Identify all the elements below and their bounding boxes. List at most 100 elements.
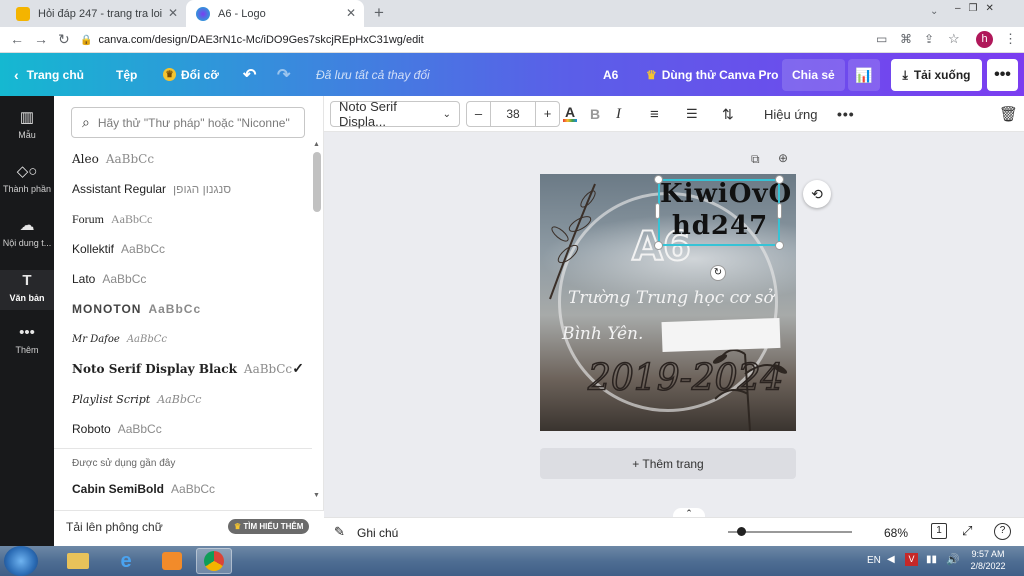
resize-handle[interactable] bbox=[655, 203, 660, 219]
font-item-roboto[interactable]: Roboto AaBbCc bbox=[72, 414, 162, 444]
font-item-mr-dafoe[interactable]: Mr Dafoe AaBbCc bbox=[72, 324, 167, 354]
share-page-icon[interactable]: ⇪ bbox=[924, 32, 934, 46]
scroll-up-icon[interactable]: ▲ bbox=[313, 141, 320, 148]
profile-avatar[interactable]: h bbox=[976, 31, 993, 48]
file-menu-button[interactable]: Tệp bbox=[116, 53, 137, 96]
clock-date[interactable]: 2/8/2022 bbox=[968, 561, 1008, 571]
rail-templates[interactable]: ▥ Mẫu bbox=[0, 108, 54, 140]
close-tab-icon[interactable]: ✕ bbox=[346, 6, 356, 20]
italic-icon[interactable]: I bbox=[616, 96, 621, 132]
add-page-icon[interactable]: ⊕ bbox=[778, 151, 788, 165]
close-tab-icon[interactable]: ✕ bbox=[168, 6, 178, 20]
redo-icon[interactable]: ↷ bbox=[277, 53, 290, 96]
panel-scrollbar[interactable] bbox=[313, 152, 321, 212]
font-family-dropdown[interactable]: Noto Serif Displa... ⌄ bbox=[330, 99, 460, 129]
tab-hoidap[interactable]: Hỏi đáp 247 - trang tra loi ✕ bbox=[6, 0, 186, 27]
duplicate-page-icon[interactable]: ⧉ bbox=[751, 152, 760, 167]
fullscreen-icon[interactable]: ⤢ bbox=[962, 523, 972, 539]
more-toolbar-icon[interactable]: ••• bbox=[837, 96, 855, 132]
download-button[interactable]: ⤓ Tải xuống bbox=[891, 59, 982, 91]
font-item-playlist-script[interactable]: Playlist Script AaBbCc bbox=[72, 384, 201, 414]
learn-more-badge[interactable]: ♛ TÌM HIỂU THÊM bbox=[228, 519, 310, 534]
tray-arrow-icon[interactable]: ◀ bbox=[887, 554, 895, 565]
antivirus-icon[interactable]: V bbox=[905, 553, 918, 566]
font-item-lato[interactable]: Lato AaBbCc bbox=[72, 264, 146, 294]
new-tab-button[interactable]: + bbox=[374, 3, 384, 23]
notes-icon[interactable]: ✎ bbox=[334, 524, 345, 540]
spacing-icon[interactable]: ⇅ bbox=[722, 96, 734, 132]
more-options-icon[interactable]: ••• bbox=[987, 59, 1018, 91]
design-years[interactable]: 2019-2024 bbox=[587, 357, 784, 400]
file-explorer-icon[interactable] bbox=[60, 548, 96, 574]
resize-handle[interactable] bbox=[775, 241, 784, 250]
tab-canva[interactable]: A6 - Logo ✕ bbox=[186, 0, 364, 27]
font-sample: AaBbCc bbox=[148, 302, 202, 316]
text-icon: T bbox=[22, 272, 32, 289]
zoom-level[interactable]: 68% bbox=[884, 526, 908, 540]
tab-search-icon[interactable]: ⌄ bbox=[930, 6, 938, 17]
font-item-cabin-semibold[interactable]: Cabin SemiBold AaBbCc bbox=[72, 474, 215, 504]
volume-icon[interactable]: 🔊 bbox=[946, 553, 960, 566]
internet-explorer-icon[interactable]: e bbox=[108, 548, 144, 574]
font-size-decrease-button[interactable]: – bbox=[467, 102, 491, 126]
text-color-button[interactable]: A bbox=[562, 96, 578, 132]
forward-icon[interactable]: → bbox=[34, 31, 48, 47]
rail-text[interactable]: T Văn bản bbox=[0, 270, 54, 310]
resize-handle[interactable] bbox=[654, 241, 663, 250]
resize-handle[interactable] bbox=[775, 175, 784, 184]
font-item-aleo[interactable]: Aleo AaBbCc bbox=[72, 144, 154, 174]
page-count[interactable]: 1 bbox=[931, 523, 947, 539]
rail-elements[interactable]: ◇○ Thành phần bbox=[0, 162, 54, 194]
font-search-input[interactable]: ⌕ Hãy thử "Thư pháp" hoặc "Niconne" bbox=[71, 107, 305, 138]
design-school-line2[interactable]: Bình Yên. bbox=[562, 324, 643, 344]
design-school-line1[interactable]: Trường Trung học cơ sở bbox=[568, 288, 774, 308]
font-item-noto-serif-display-black[interactable]: Noto Serif Display Black AaBbCc ✓ bbox=[72, 354, 304, 384]
align-center-icon[interactable]: ≡ bbox=[650, 96, 659, 132]
resize-handle[interactable] bbox=[654, 175, 663, 184]
font-item-forum[interactable]: Forum AaBbCc bbox=[72, 204, 152, 234]
font-size-increase-button[interactable]: + bbox=[535, 102, 559, 126]
back-icon[interactable]: ← bbox=[10, 31, 24, 47]
home-button[interactable]: ‹ Trang chủ bbox=[14, 53, 84, 96]
rail-more[interactable]: ••• Thêm bbox=[0, 324, 54, 355]
chrome-taskbar-icon[interactable] bbox=[196, 548, 232, 574]
effects-button[interactable]: Hiệu ứng bbox=[764, 96, 818, 132]
language-indicator[interactable]: EN bbox=[867, 555, 881, 566]
regenerate-icon[interactable]: ⟲ bbox=[803, 180, 831, 208]
font-item-kollektif[interactable]: Kollektif AaBbCc bbox=[72, 234, 165, 264]
url-field[interactable]: 🔒 canva.com/design/DAE3rN1c-Mc/iDO9Ges7s… bbox=[80, 29, 860, 51]
analytics-icon[interactable]: 📊 bbox=[848, 59, 880, 91]
zoom-slider-thumb[interactable] bbox=[737, 527, 746, 536]
upload-font-label[interactable]: Tải lên phông chữ bbox=[66, 520, 163, 534]
clock-time[interactable]: 9:57 AM bbox=[970, 549, 1006, 559]
font-size-input[interactable]: 38 bbox=[491, 107, 535, 121]
rail-uploads[interactable]: ☁ Nội dung t... bbox=[0, 216, 54, 248]
try-pro-button[interactable]: ♛ Dùng thử Canva Pro bbox=[646, 53, 778, 96]
bookmark-star-icon[interactable]: ☆ bbox=[948, 31, 960, 47]
media-player-icon[interactable] bbox=[154, 548, 190, 574]
zoom-slider[interactable] bbox=[728, 531, 852, 533]
window-controls[interactable]: –❐✕ bbox=[955, 3, 1002, 14]
browser-menu-icon[interactable]: ⋮ bbox=[1004, 31, 1017, 47]
start-button[interactable] bbox=[4, 546, 38, 576]
reload-icon[interactable]: ↻ bbox=[58, 31, 70, 48]
trash-icon[interactable]: 🗑 bbox=[999, 96, 1018, 132]
scroll-down-icon[interactable]: ▼ bbox=[313, 492, 320, 499]
rotate-icon[interactable]: ↻ bbox=[710, 265, 726, 281]
undo-icon[interactable]: ↶ bbox=[243, 53, 256, 96]
share-button[interactable]: Chia sẻ bbox=[782, 59, 845, 91]
help-button[interactable]: ? bbox=[994, 523, 1011, 540]
resize-button[interactable]: ♛ Đổi cỡ bbox=[163, 53, 219, 96]
font-item-assistant[interactable]: Assistant Regular סנגנון הגופן bbox=[72, 174, 231, 204]
network-icon[interactable]: ▮▮ bbox=[926, 554, 937, 565]
resize-handle[interactable] bbox=[777, 203, 782, 219]
design-title[interactable]: A6 bbox=[603, 53, 618, 96]
bullet-list-icon[interactable]: ☰ bbox=[686, 96, 698, 132]
cast-icon[interactable]: ▭ bbox=[876, 32, 887, 46]
selection-frame[interactable] bbox=[658, 179, 780, 246]
translate-icon[interactable]: ⌘ bbox=[900, 32, 912, 46]
notes-button[interactable]: Ghi chú bbox=[357, 526, 398, 540]
font-item-monoton[interactable]: MONOTON AaBbCc bbox=[72, 294, 201, 324]
bold-icon[interactable]: B bbox=[590, 96, 600, 132]
add-page-button[interactable]: + Thêm trang bbox=[540, 448, 796, 479]
